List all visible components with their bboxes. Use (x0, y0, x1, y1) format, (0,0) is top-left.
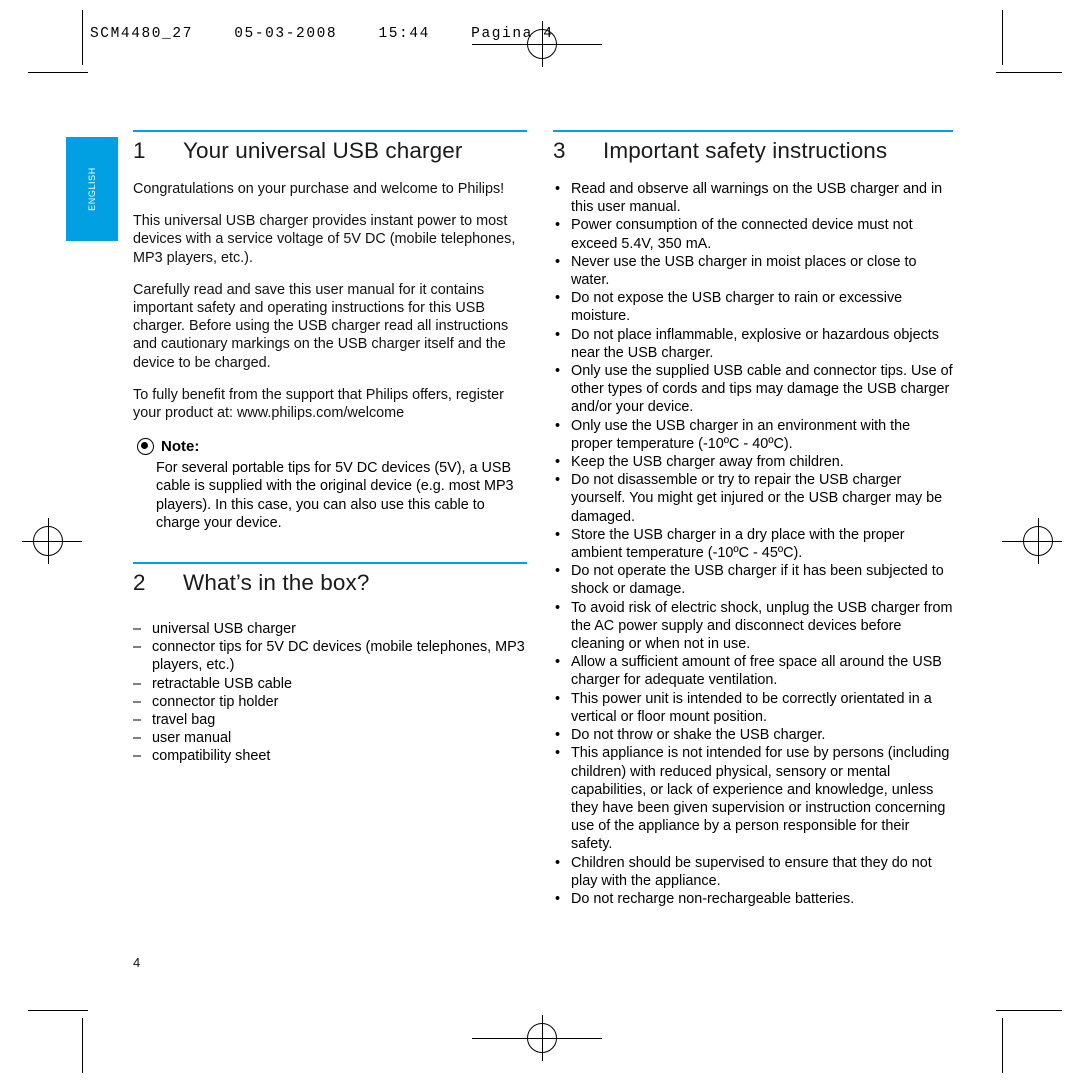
safety-instructions-list: Read and observe all warnings on the USB… (553, 180, 953, 908)
list-item: Never use the USB charger in moist place… (553, 253, 953, 289)
section-heading-1: 1 Your universal USB charger (133, 132, 527, 164)
list-item: Children should be supervised to ensure … (553, 854, 953, 890)
list-item: To avoid risk of electric shock, unplug … (553, 599, 953, 654)
manual-page: SCM4480_27 05-03-2008 15:44 Pagina 4 ENG… (0, 0, 1080, 1080)
paragraph-register: To fully benefit from the support that P… (133, 386, 504, 422)
crop-mark-top-left-horizontal (28, 72, 88, 73)
list-item: Do not disassemble or try to repair the … (553, 471, 953, 526)
list-item: Store the USB charger in a dry place wit… (553, 526, 953, 562)
left-column: 1 Your universal USB charger Congratulat… (133, 130, 527, 766)
language-tab-english: ENGLISH (66, 137, 118, 241)
list-item: Read and observe all warnings on the USB… (553, 180, 953, 216)
section-title-3: Important safety instructions (603, 138, 888, 163)
crop-mark-bottom-left-horizontal (28, 1010, 88, 1011)
section-heading-3: 3 Important safety instructions (553, 132, 953, 164)
list-item: Power consumption of the connected devic… (553, 216, 953, 252)
list-item: compatibility sheet (133, 747, 527, 765)
right-column: 3 Important safety instructions Read and… (553, 130, 953, 908)
list-item: Only use the supplied USB cable and conn… (553, 362, 953, 417)
section-heading-2: 2 What’s in the box? (133, 564, 527, 596)
list-item: Do not recharge non-rechargeable batteri… (553, 890, 953, 908)
note-text: For several portable tips for 5V DC devi… (156, 460, 514, 531)
section-title-2: What’s in the box? (183, 570, 370, 596)
note-icon (137, 438, 154, 456)
section-number-3: 3 (553, 138, 566, 163)
list-item: Do not place inflammable, explosive or h… (553, 326, 953, 362)
paragraph-read-save: Carefully read and save this user manual… (133, 281, 509, 371)
registration-mark-bottom (519, 1015, 565, 1061)
list-item: Do not expose the USB charger to rain or… (553, 289, 953, 325)
registration-mark-left (25, 518, 71, 564)
note-box: Note: For several portable tips for 5V D… (137, 438, 527, 532)
list-item: retractable USB cable (133, 675, 527, 693)
crop-mark-bottom-right-horizontal (996, 1010, 1062, 1011)
paragraph-welcome: Congratulations on your purchase and wel… (133, 181, 505, 197)
page-number: 4 (133, 955, 141, 970)
crop-mark-top-right-vertical (1002, 10, 1003, 65)
crop-mark-bottom-left-vertical (82, 1018, 83, 1073)
paragraph-overview: This universal USB charger provides inst… (133, 213, 516, 266)
language-tab-label: ENGLISH (87, 167, 97, 211)
crop-mark-bottom-right-vertical (1002, 1018, 1003, 1073)
list-item: This power unit is intended to be correc… (553, 690, 953, 726)
list-item: Only use the USB charger in an environme… (553, 417, 953, 453)
section-title-1: Your universal USB charger (183, 138, 463, 163)
list-item: connector tip holder (133, 693, 527, 711)
section-number-1: 1 (133, 138, 146, 163)
section-2-block: 2 What’s in the box? universal USB charg… (133, 562, 527, 766)
list-item: universal USB charger (133, 620, 527, 638)
list-item: Do not operate the USB charger if it has… (553, 562, 953, 598)
list-item: This appliance is not intended for use b… (553, 744, 953, 853)
list-item: Keep the USB charger away from children. (553, 453, 953, 471)
list-item: user manual (133, 729, 527, 747)
note-label: Note: (161, 438, 200, 456)
list-item: travel bag (133, 711, 527, 729)
registration-mark-right (1015, 518, 1061, 564)
note-heading: Note: (137, 438, 527, 456)
crop-mark-top-right-horizontal (996, 72, 1062, 73)
list-item: Do not throw or shake the USB charger. (553, 726, 953, 744)
list-item: Allow a sufficient amount of free space … (553, 653, 953, 689)
list-item: connector tips for 5V DC devices (mobile… (133, 638, 527, 674)
box-contents-list: universal USB charger connector tips for… (133, 620, 527, 766)
print-slug: SCM4480_27 05-03-2008 15:44 Pagina 4 (90, 26, 554, 42)
section-number-2: 2 (133, 570, 146, 596)
crop-mark-top-left-vertical (82, 10, 83, 65)
